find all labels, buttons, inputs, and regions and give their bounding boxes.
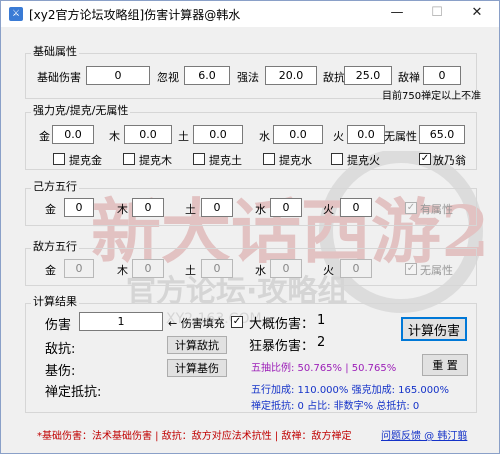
enemy-no-attr-label: 无属性 [420,264,453,277]
calc-resist-button[interactable]: 计算敌抗 [167,336,227,354]
feedback-link[interactable]: 问题反馈 @ 韩汀翦 [381,427,467,442]
enemy-resist-input[interactable] [344,66,392,85]
app-window: ⚔ [xy2官方论坛攻略组]伤害计算器@韩水 — ☐ ✕ 新大话西游2 官方论坛… [0,0,500,454]
strong-magic-input[interactable] [265,66,317,85]
enemy-fire-label: 火 [323,264,334,277]
damage-input[interactable] [79,312,163,331]
enemy-water-input[interactable] [270,259,302,278]
self-fire-input[interactable] [340,198,372,217]
title-bar: ⚔ [xy2官方论坛攻略组]伤害计算器@韩水 — ☐ ✕ [1,1,499,27]
self-earth-label: 土 [185,203,196,216]
ignore-label: 忽视 [157,71,179,84]
approx-damage-value: 1 [317,313,326,328]
self-fire-label: 火 [323,203,334,216]
counter-earth-label: 土 [178,130,189,143]
lift-fire-label: 提克火 [347,154,380,167]
enemy-metal-label: 金 [45,264,56,277]
footer-note: *基础伤害：法术基础伤害 | 敌抗：敌方对应法术抗性 | 敌禅：敌方禅定 [37,431,352,442]
counter-water-input[interactable] [273,125,323,144]
no-attr-checkbox[interactable]: ✓ [405,263,417,275]
damage-fill-checkbox[interactable]: ✓ [231,316,243,328]
no-attr-label: 无属性 [384,130,417,143]
counter-fire-input[interactable] [347,125,385,144]
app-icon: ⚔ [9,7,23,21]
release-label: 放乃翁 [433,154,466,167]
has-attr-label: 有属性 [420,203,453,216]
lift-wood-checkbox[interactable] [123,153,135,165]
base-damage-input[interactable] [86,66,150,85]
base-damage-result-label: 基伤: [45,364,76,379]
base-damage-label: 基础伤害 [37,71,81,84]
strong-magic-label: 强法 [237,71,259,84]
reset-button[interactable]: 重 置 [422,354,468,376]
release-checkbox[interactable]: ✓ [419,153,431,165]
enemy-resist-label: 敌抗 [323,71,345,84]
self-water-label: 水 [255,203,266,216]
enemy-fire-input[interactable] [340,259,372,278]
self-metal-input[interactable] [64,198,94,217]
damage-label: 伤害 [45,318,72,333]
damage-fill-label: ← 伤害填充 [168,317,225,330]
counter-wood-label: 木 [109,130,120,143]
lift-metal-checkbox[interactable] [53,153,65,165]
self-elements-title: 己方五行 [31,178,79,194]
crit-damage-value: 2 [317,335,326,350]
counter-water-label: 水 [259,130,270,143]
lift-water-checkbox[interactable] [263,153,275,165]
counter-earth-input[interactable] [193,125,243,144]
enemy-earth-label: 土 [185,264,196,277]
element-bonus-text: 五行加成: 110.000% 强克加成: 165.000% [251,385,449,396]
enemy-wood-label: 木 [117,264,128,277]
counter-metal-label: 金 [39,130,50,143]
lift-earth-checkbox[interactable] [193,153,205,165]
counter-wood-input[interactable] [124,125,172,144]
calc-base-button[interactable]: 计算基伤 [167,359,227,377]
block-note: 目前750禅定以上不准 [382,91,482,102]
lift-fire-checkbox[interactable] [331,153,343,165]
self-wood-input[interactable] [132,198,164,217]
enemy-block-input[interactable] [423,66,461,85]
calc-damage-button[interactable]: 计算伤害 [401,317,467,341]
enemy-metal-input[interactable] [64,259,94,278]
enemy-wood-input[interactable] [132,259,164,278]
minimize-icon[interactable]: — [377,1,417,27]
enemy-elements-title: 敌方五行 [31,238,79,254]
no-attr-input[interactable] [419,125,465,144]
lift-metal-label: 提克金 [69,154,102,167]
ratio-text: 五抽比例: 50.765% | 50.765% [251,363,397,374]
self-water-input[interactable] [270,198,302,217]
close-icon[interactable]: ✕ [457,1,497,27]
enemy-resist-result-label: 敌抗: [45,342,76,357]
self-wood-label: 木 [117,203,128,216]
crit-damage-label: 狂暴伤害： [249,339,315,354]
enemy-water-label: 水 [255,264,266,277]
lift-earth-label: 提克土 [209,154,242,167]
has-attr-checkbox[interactable]: ✓ [405,202,417,214]
enemy-earth-input[interactable] [201,259,233,278]
lift-water-label: 提克水 [279,154,312,167]
block-resist-label: 禅定抵抗: [45,385,102,400]
self-metal-label: 金 [45,203,56,216]
basic-attributes-title: 基础属性 [31,43,79,59]
result-title: 计算结果 [31,293,79,309]
block-info-text: 禅定抵抗: 0 占比: 非数字% 总抵抗: 0 [251,401,420,412]
counter-fire-label: 火 [333,130,344,143]
ignore-input[interactable] [184,66,230,85]
counter-title: 强力克/提克/无属性 [31,102,131,118]
approx-damage-label: 大概伤害： [249,317,315,332]
maximize-icon[interactable]: ☐ [417,1,457,27]
window-title: [xy2官方论坛攻略组]伤害计算器@韩水 [29,8,241,22]
self-earth-input[interactable] [201,198,233,217]
enemy-block-label: 敌禅 [398,71,420,84]
counter-metal-input[interactable] [52,125,94,144]
lift-wood-label: 提克木 [139,154,172,167]
